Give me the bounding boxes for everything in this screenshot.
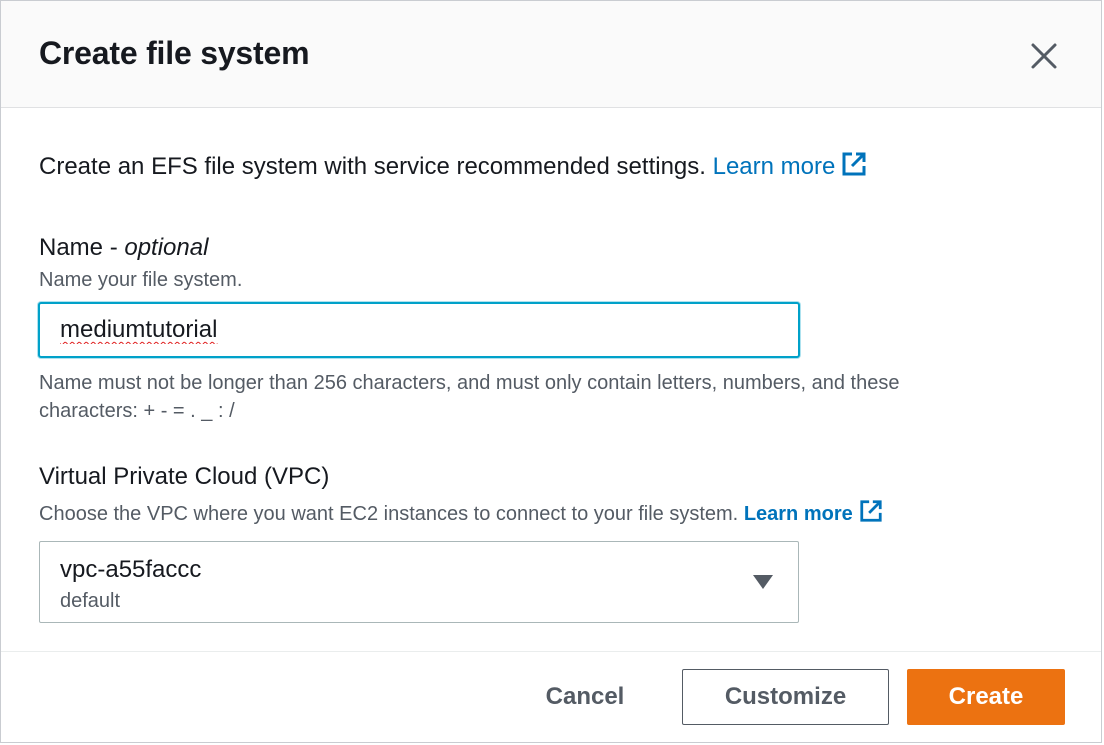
name-label-optional: optional (124, 234, 209, 261)
vpc-field-description: Choose the VPC where you want EC2 instan… (39, 503, 739, 525)
create-file-system-dialog: Create file system Create an EFS file sy… (0, 0, 1102, 743)
name-field-description: Name your file system. (39, 269, 243, 291)
intro-text-row: Create an EFS file system with service r… (39, 151, 867, 181)
vpc-learn-more-link[interactable]: Learn more (743, 500, 883, 525)
name-constraint-line-2: characters: + - = . _ : / (39, 400, 235, 422)
name-label-text: Name - (39, 234, 118, 261)
name-constraint-text: Name must not be longer than 256 charact… (39, 369, 1039, 425)
vpc-field-label: Virtual Private Cloud (VPC) (39, 463, 330, 490)
learn-more-label: Learn more (712, 153, 836, 180)
customize-button[interactable]: Customize (682, 669, 889, 725)
intro-learn-more-link[interactable]: Learn more (712, 152, 868, 180)
name-input[interactable] (38, 302, 800, 358)
vpc-field-description-row: Choose the VPC where you want EC2 instan… (39, 499, 883, 526)
intro-text: Create an EFS file system with service r… (39, 153, 706, 180)
external-link-icon (860, 500, 882, 522)
caret-down-icon (753, 575, 773, 589)
vpc-selected-value: vpc-a55faccc (60, 556, 202, 583)
vpc-select[interactable]: vpc-a55faccc default (39, 541, 799, 623)
create-button[interactable]: Create (907, 669, 1065, 725)
vpc-selected-sublabel: default (60, 590, 121, 612)
name-constraint-line-1: Name must not be longer than 256 charact… (39, 372, 900, 394)
name-field-label: Name - optional (39, 234, 208, 262)
close-icon (1031, 43, 1057, 69)
dialog-title: Create file system (39, 35, 310, 71)
cancel-button[interactable]: Cancel (521, 669, 649, 725)
learn-more-label: Learn more (743, 503, 853, 525)
dialog-header: Create file system (1, 1, 1101, 108)
close-button[interactable] (1027, 39, 1061, 73)
footer-divider (1, 651, 1101, 652)
external-link-icon (842, 152, 866, 176)
